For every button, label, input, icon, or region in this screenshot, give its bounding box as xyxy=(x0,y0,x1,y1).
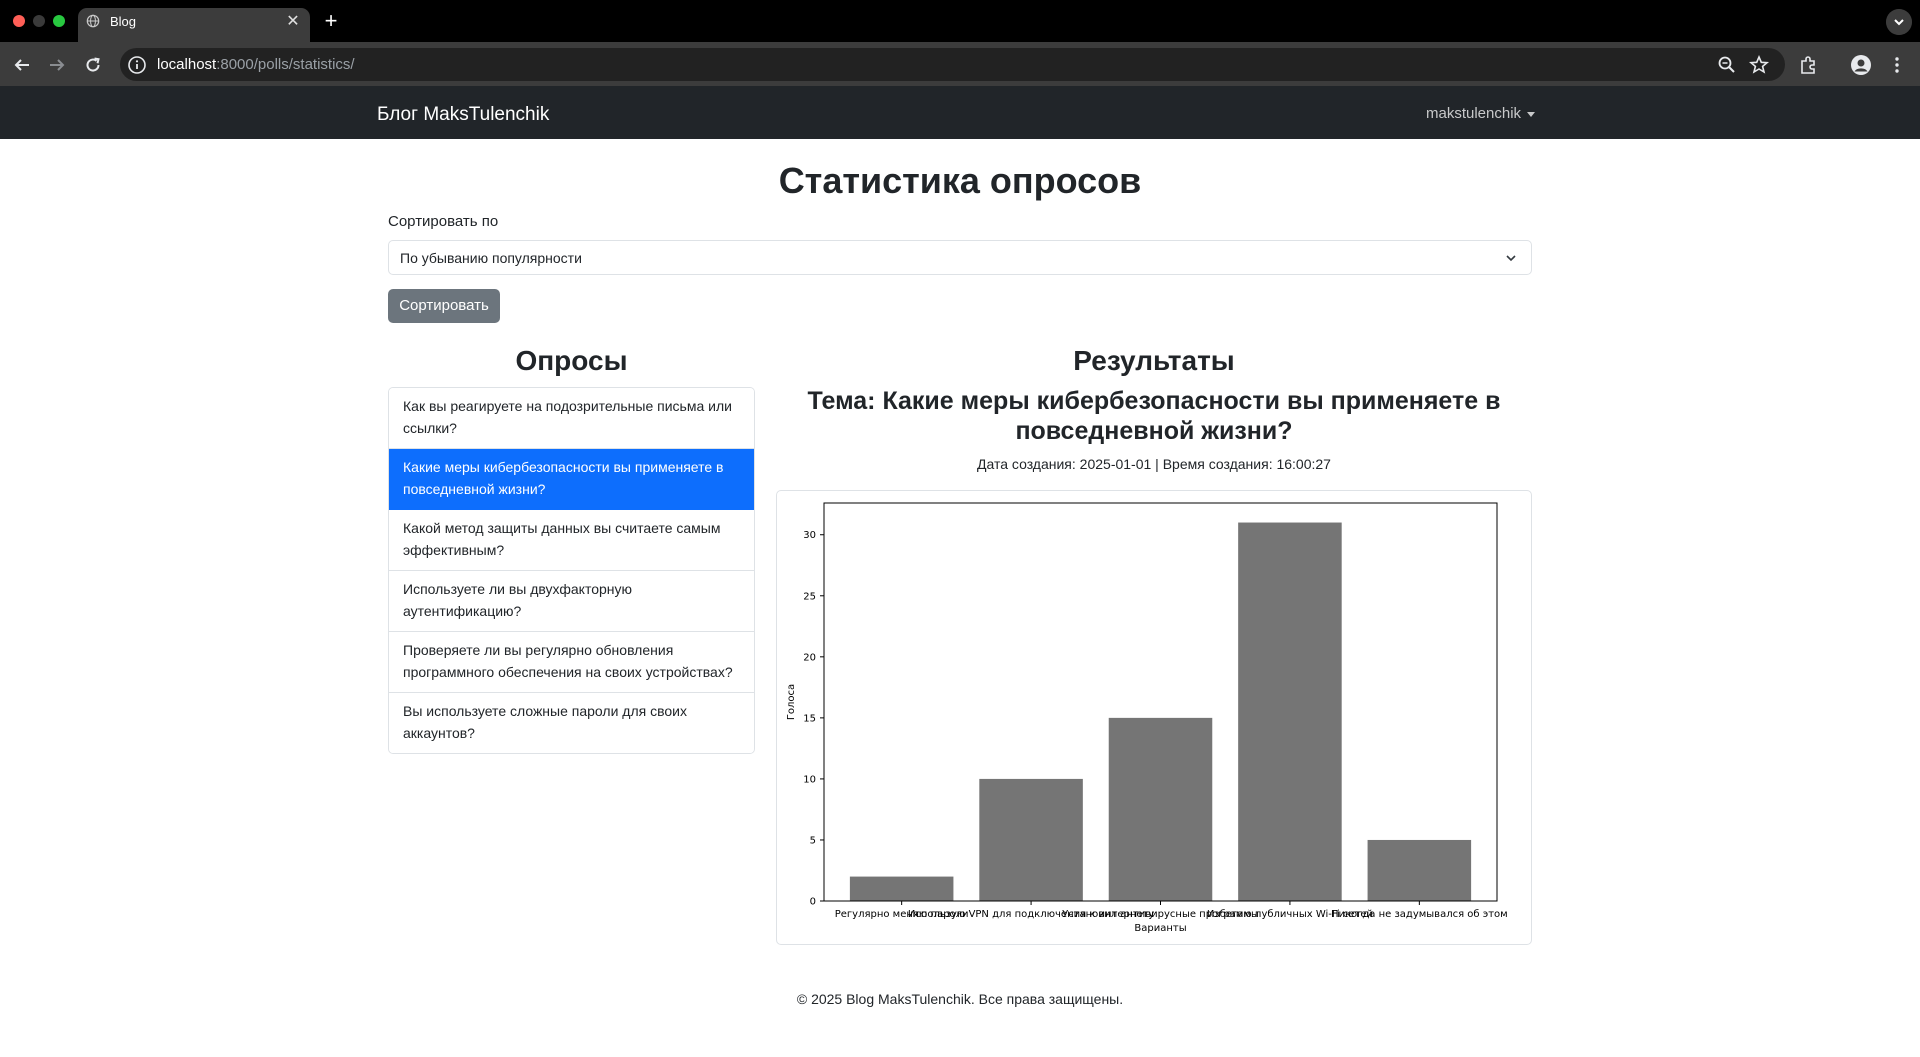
results-heading: Результаты xyxy=(1073,345,1235,376)
profile-avatar-icon[interactable] xyxy=(1850,54,1872,76)
chart-card: 0 5 10 15 20 25 30 Регулярно меняю пароли Исполь… xyxy=(776,490,1532,945)
chart-bar xyxy=(1108,717,1213,901)
chart-y-tick-label: 5 xyxy=(810,835,816,846)
address-bar[interactable] xyxy=(120,48,1785,81)
caret-down-icon xyxy=(1527,111,1536,117)
zoom-icon[interactable] xyxy=(1716,54,1738,76)
url-host: localhost xyxy=(157,56,217,73)
new-tab-button[interactable]: + xyxy=(320,8,342,34)
chart-y-tick-label: 20 xyxy=(803,652,816,663)
extensions-icon[interactable] xyxy=(1797,54,1819,76)
url-text[interactable]: localhost:8000/polls/statistics/ xyxy=(157,56,355,73)
poll-list-item[interactable]: Как вы реагируете на подозрительные пись… xyxy=(389,388,754,449)
chart-bar xyxy=(1238,522,1342,901)
site-brand-link[interactable]: Блог MaksTulenchik xyxy=(377,104,549,126)
poll-list-item[interactable]: Используете ли вы двухфакторную аутентиф… xyxy=(389,571,754,632)
results-bar-chart: 051015202530Регулярно меняю паролиИсполь… xyxy=(786,502,1508,934)
poll-list-item[interactable]: Вы используете сложные пароли для своих … xyxy=(389,693,754,753)
chart-x-tick-label: Никогда не задумывался об этом xyxy=(1331,909,1508,920)
chevron-down-icon xyxy=(1506,255,1516,262)
chart-y-tick-label: 30 xyxy=(803,530,816,541)
browser-menu-icon[interactable] xyxy=(1886,54,1908,76)
poll-list-item[interactable]: Проверяете ли вы регулярно обновления пр… xyxy=(389,632,754,693)
sort-selected-value: По убыванию популярности xyxy=(400,250,582,266)
user-name: makstulenchik xyxy=(1426,105,1522,122)
reload-icon[interactable] xyxy=(82,54,104,76)
chart-y-axis-label: Голоса xyxy=(786,684,797,720)
bookmark-star-icon[interactable] xyxy=(1748,54,1770,76)
url-path: :8000/polls/statistics/ xyxy=(216,56,355,73)
site-navbar xyxy=(0,86,1920,139)
tab-title: Blog xyxy=(110,14,137,29)
poll-topic: Тема: Какие меры кибербезопасности вы пр… xyxy=(807,387,1501,445)
page-title: Статистика опросов xyxy=(778,160,1142,201)
poll-list-item[interactable]: Какие меры кибербезопасности вы применяе… xyxy=(389,449,754,510)
sort-label: Сортировать по xyxy=(388,213,499,230)
sort-button[interactable]: Сортировать xyxy=(388,289,500,323)
window-minimize-button[interactable] xyxy=(33,15,45,27)
tab-search-button[interactable] xyxy=(1886,9,1912,35)
chart-y-tick-label: 10 xyxy=(803,774,816,785)
window-close-button[interactable] xyxy=(13,15,25,27)
back-arrow-icon[interactable] xyxy=(11,54,33,76)
poll-list: Как вы реагируете на подозрительные пись… xyxy=(388,387,755,754)
chart-y-tick-label: 25 xyxy=(803,591,816,602)
tab-close-icon[interactable]: ✕ xyxy=(284,11,302,31)
site-info-icon[interactable] xyxy=(127,55,147,75)
footer-text: © 2025 Blog MaksTulenchik. Все права защ… xyxy=(796,991,1124,1007)
poll-created-meta: Дата создания: 2025-01-01 | Время создан… xyxy=(977,456,1331,472)
chart-y-tick-label: 0 xyxy=(810,897,816,908)
chart-bar xyxy=(979,778,1083,901)
globe-icon xyxy=(86,14,100,28)
polls-heading: Опросы xyxy=(515,345,628,376)
poll-list-item[interactable]: Какой метод защиты данных вы считаете са… xyxy=(389,510,754,571)
forward-arrow-icon[interactable] xyxy=(46,54,68,76)
chart-bar xyxy=(849,876,954,901)
window-zoom-button[interactable] xyxy=(53,15,65,27)
user-dropdown[interactable]: makstulenchik xyxy=(1426,105,1536,122)
sort-select[interactable]: По убыванию популярности xyxy=(388,240,1532,275)
chart-y-tick-label: 15 xyxy=(803,713,816,724)
chart-bar xyxy=(1367,839,1472,901)
chart-x-axis-label: Варианты xyxy=(1134,923,1186,934)
